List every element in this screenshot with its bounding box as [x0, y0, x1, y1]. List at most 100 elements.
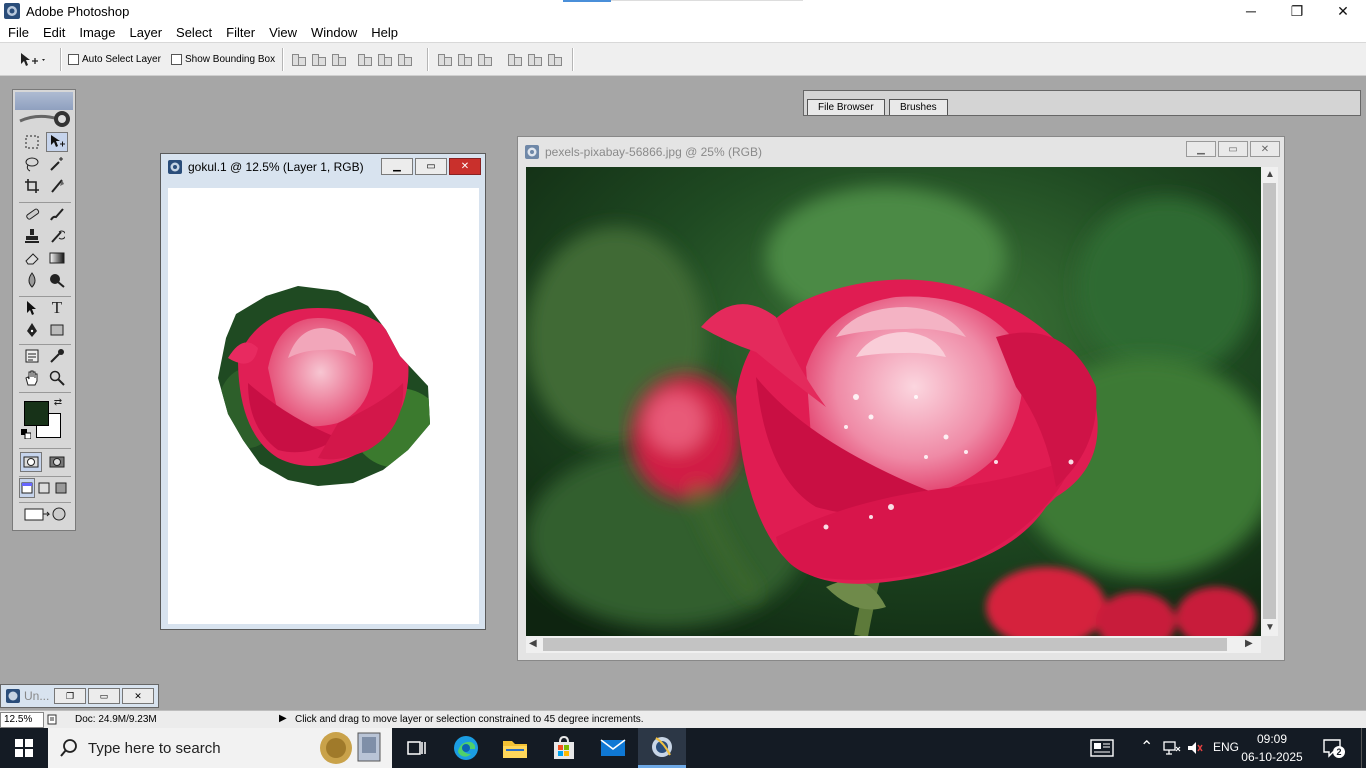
auto-select-layer-checkbox[interactable]: Auto Select Layer: [68, 43, 161, 76]
align-right-edges-icon[interactable]: [396, 51, 412, 67]
tool-preset-picker[interactable]: [18, 43, 46, 76]
align-bottom-edges-icon[interactable]: [330, 51, 346, 67]
tab-file-browser[interactable]: File Browser: [807, 99, 885, 115]
distribute-center-icon[interactable]: [456, 51, 472, 67]
status-arrow-icon[interactable]: ▶: [279, 713, 287, 724]
menu-filter[interactable]: Filter: [219, 22, 262, 43]
distribute-bottom-icon[interactable]: [476, 51, 492, 67]
horizontal-scroll-thumb[interactable]: [543, 638, 1227, 651]
eraser-tool-icon[interactable]: [21, 248, 43, 268]
jump-to-imageready-icon[interactable]: [21, 504, 69, 524]
eyedropper-icon[interactable]: [46, 346, 68, 366]
document-title-bar[interactable]: gokul.1 @ 12.5% (Layer 1, RGB) ▁ ▭ ✕: [161, 154, 485, 180]
rectangle-shape-icon[interactable]: [46, 320, 68, 340]
tab-brushes[interactable]: Brushes: [889, 99, 948, 115]
taskbar-clock[interactable]: 09:09 06-10-2025: [1237, 730, 1307, 766]
standard-mode-icon[interactable]: [20, 452, 42, 472]
show-desktop-button[interactable]: [1361, 728, 1366, 768]
photoshop-feather-logo[interactable]: [17, 108, 73, 130]
rose-cutout-layer[interactable]: [168, 188, 479, 624]
menu-file[interactable]: File: [0, 22, 36, 43]
microsoft-store-button[interactable]: [540, 728, 588, 768]
magic-wand-icon[interactable]: [46, 154, 68, 174]
file-explorer-button[interactable]: [491, 728, 539, 768]
doc-close-button[interactable]: ✕: [1250, 141, 1280, 157]
scroll-right-arrow-icon[interactable]: ▶: [1245, 638, 1253, 649]
foreground-color-swatch[interactable]: [24, 401, 49, 426]
rose-photo-canvas[interactable]: [526, 167, 1261, 636]
doc-close-button[interactable]: ✕: [449, 158, 481, 175]
close-button[interactable]: ✕: [1320, 0, 1366, 22]
full-screen-menu-mode-icon[interactable]: [36, 478, 52, 498]
tray-chevron-up-icon[interactable]: ⌃: [1140, 737, 1153, 757]
scroll-down-arrow-icon[interactable]: ▼: [1265, 622, 1275, 633]
scroll-up-arrow-icon[interactable]: ▲: [1265, 169, 1275, 180]
task-view-button[interactable]: [392, 728, 440, 768]
show-bounding-box-checkbox[interactable]: Show Bounding Box: [171, 43, 275, 76]
burn-tool-icon[interactable]: [46, 270, 68, 290]
menu-select[interactable]: Select: [169, 22, 219, 43]
menu-view[interactable]: View: [262, 22, 304, 43]
vertical-scroll-thumb[interactable]: [1263, 183, 1276, 619]
vertical-scrollbar[interactable]: ▲ ▼: [1261, 167, 1278, 636]
network-icon[interactable]: [1163, 740, 1181, 756]
move-tool-button[interactable]: [46, 132, 68, 152]
document-info-icon[interactable]: [47, 714, 57, 725]
history-brush-icon[interactable]: [46, 226, 68, 246]
distribute-left-icon[interactable]: [506, 51, 522, 67]
doc-maximize-button[interactable]: ▭: [1218, 141, 1248, 157]
notes-tool-icon[interactable]: [21, 346, 43, 366]
brush-tool-icon[interactable]: [46, 204, 68, 224]
auto-select-layer-box[interactable]: [68, 54, 79, 65]
standard-screen-mode-icon[interactable]: [19, 478, 35, 498]
align-left-edges-icon[interactable]: [356, 51, 372, 67]
menu-window[interactable]: Window: [304, 22, 364, 43]
pen-tool-icon[interactable]: [21, 320, 43, 340]
doc-maximize-button[interactable]: ▭: [415, 158, 447, 175]
document-title-bar[interactable]: pexels-pixabay-56866.jpg @ 25% (RGB) ▁ ▭…: [518, 137, 1284, 167]
menu-help[interactable]: Help: [364, 22, 405, 43]
volume-muted-icon[interactable]: [1186, 740, 1204, 756]
close-button[interactable]: ✕: [122, 688, 154, 704]
doc-minimize-button[interactable]: ▁: [1186, 141, 1216, 157]
swap-colors-icon[interactable]: ⇄: [51, 395, 65, 409]
full-screen-mode-icon[interactable]: [53, 478, 69, 498]
blur-tool-icon[interactable]: [21, 270, 43, 290]
marquee-tool-icon[interactable]: [21, 132, 43, 152]
type-tool-icon[interactable]: T: [46, 298, 68, 318]
hand-tool-icon[interactable]: [21, 368, 43, 388]
mail-button[interactable]: [589, 728, 637, 768]
align-horizontal-centers-icon[interactable]: [376, 51, 392, 67]
start-button[interactable]: [0, 728, 48, 768]
lasso-tool-icon[interactable]: [21, 154, 43, 174]
path-selection-icon[interactable]: [21, 298, 43, 318]
document-canvas[interactable]: [168, 188, 479, 624]
distribute-top-icon[interactable]: [436, 51, 452, 67]
align-top-edges-icon[interactable]: [290, 51, 306, 67]
minimize-button[interactable]: ─: [1228, 0, 1274, 22]
clone-stamp-icon[interactable]: [21, 226, 43, 246]
document-window-gokul[interactable]: gokul.1 @ 12.5% (Layer 1, RGB) ▁ ▭ ✕: [160, 153, 486, 630]
news-widget-icon[interactable]: [1090, 738, 1116, 758]
photoshop-taskbar-button[interactable]: [638, 728, 686, 768]
notification-center-button[interactable]: 2: [1322, 737, 1345, 759]
edge-browser-button[interactable]: [442, 728, 490, 768]
healing-brush-icon[interactable]: [21, 204, 43, 224]
align-vertical-centers-icon[interactable]: [310, 51, 326, 67]
doc-minimize-button[interactable]: ▁: [381, 158, 413, 175]
language-indicator[interactable]: ENG: [1213, 740, 1239, 754]
gradient-tool-icon[interactable]: [46, 248, 68, 268]
minimized-document-window[interactable]: Un... ❐ ▭ ✕: [0, 684, 159, 708]
horizontal-scrollbar[interactable]: ◀ ▶: [526, 636, 1261, 653]
slice-tool-icon[interactable]: [46, 176, 68, 196]
zoom-level-field[interactable]: 12.5%: [0, 712, 44, 728]
zoom-tool-icon[interactable]: [46, 368, 68, 388]
maximize-button[interactable]: ▭: [88, 688, 120, 704]
crop-tool-icon[interactable]: [21, 176, 43, 196]
maximize-button[interactable]: ❐: [1274, 0, 1320, 22]
menu-edit[interactable]: Edit: [36, 22, 72, 43]
menu-layer[interactable]: Layer: [123, 22, 170, 43]
menu-image[interactable]: Image: [72, 22, 122, 43]
quick-mask-mode-icon[interactable]: [46, 452, 68, 472]
distribute-right-icon[interactable]: [546, 51, 562, 67]
